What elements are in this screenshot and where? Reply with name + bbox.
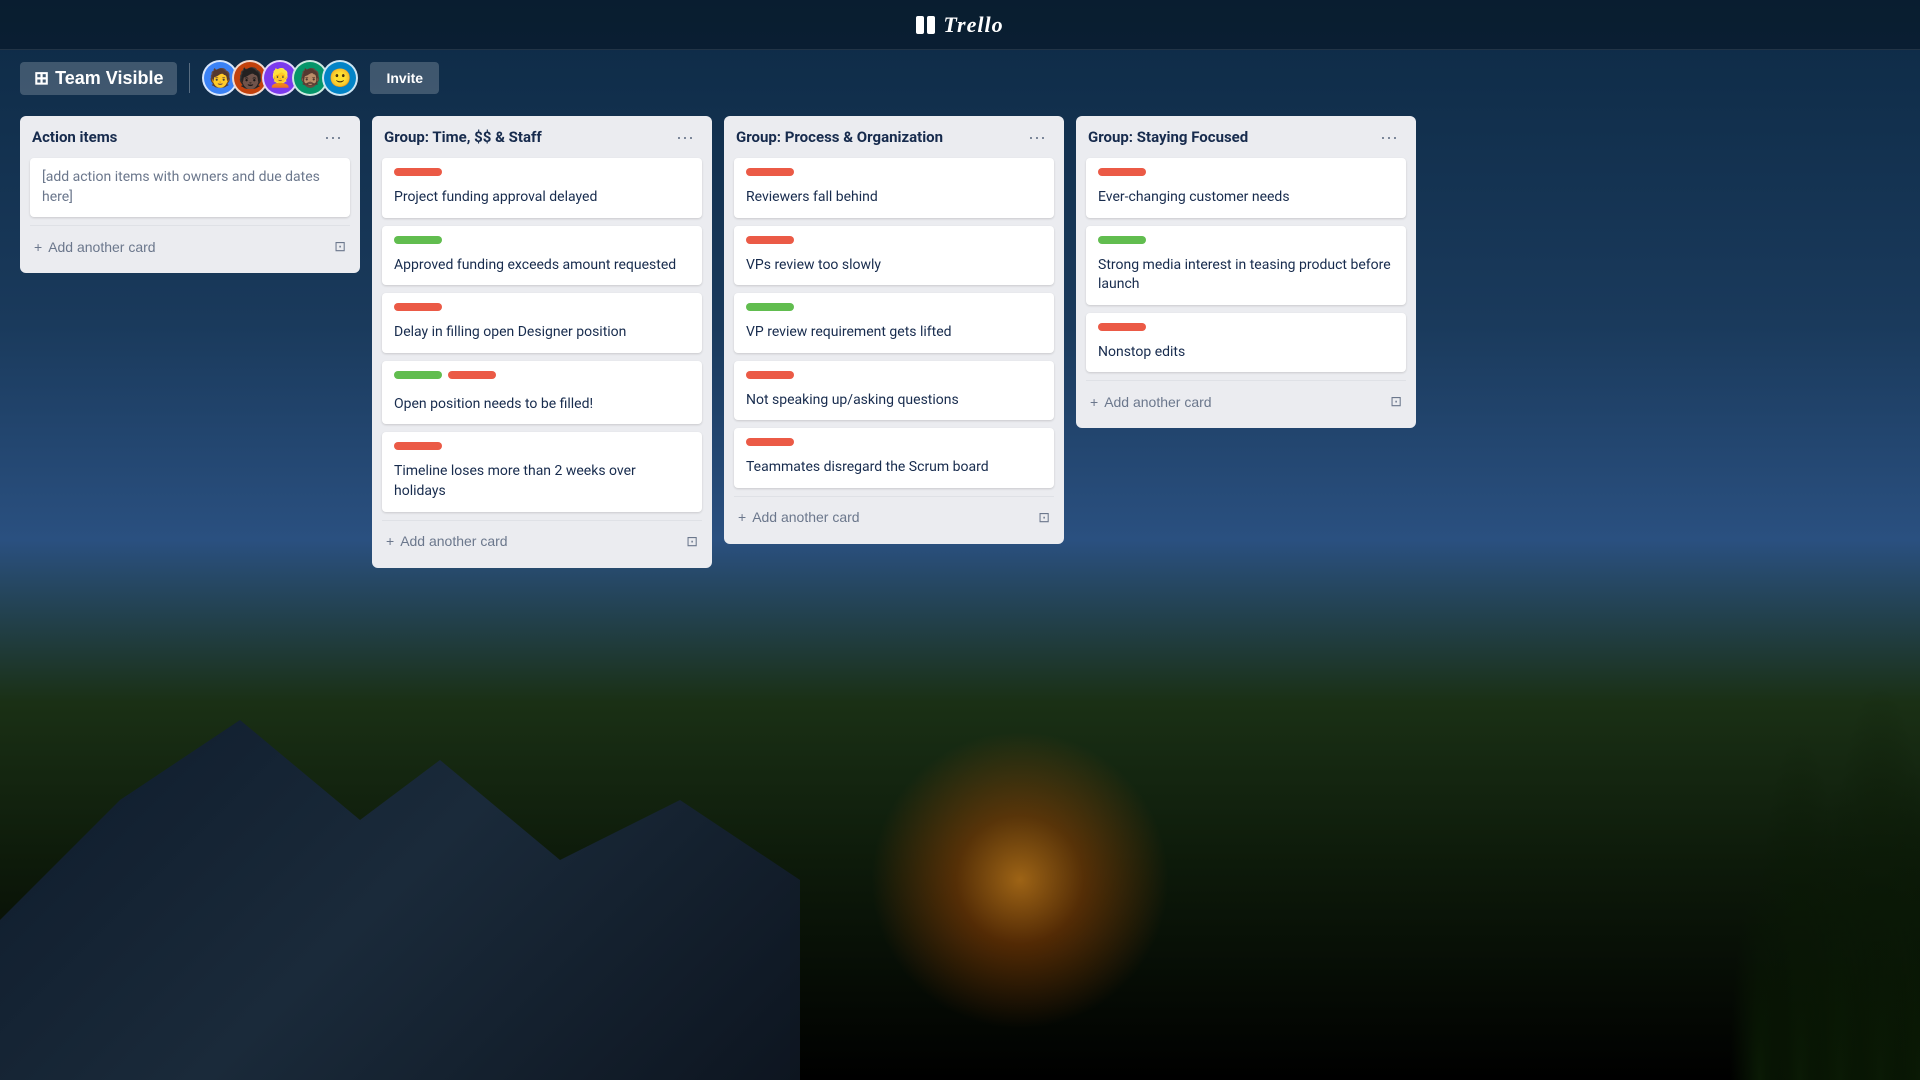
plus-icon: + [738,509,746,525]
card-text: VP review requirement gets lifted [746,323,1042,343]
list-menu-button[interactable]: ··· [1022,126,1052,148]
card[interactable]: VPs review too slowly [734,226,1054,286]
card-text: Reviewers fall behind [746,188,1042,208]
plus-icon: + [34,239,42,255]
list-menu-button[interactable]: ··· [318,126,348,148]
card[interactable]: Project funding approval delayed [382,158,702,218]
list-header: Group: Staying Focused ··· [1086,126,1406,148]
card[interactable]: Delay in filling open Designer position [382,293,702,353]
add-card-button[interactable]: + Add another card ⊡ [1086,385,1406,418]
card-text: Strong media interest in teasing product… [1098,256,1394,295]
app-logo: Trello [916,12,1003,38]
add-card-label: Add another card [48,239,155,255]
add-card-label: Add another card [400,533,507,549]
list-title: Group: Process & Organization [736,128,943,146]
card[interactable]: Open position needs to be filled! [382,361,702,425]
card-label-red [448,371,496,379]
plus-icon: + [386,533,394,549]
card[interactable]: Ever-changing customer needs [1086,158,1406,218]
card-text: Not speaking up/asking questions [746,391,1042,411]
card-text: Project funding approval delayed [394,188,690,208]
divider [734,496,1054,497]
card-label-red [1098,168,1146,176]
card-label-green [746,303,794,311]
template-icon: ⊡ [1038,509,1050,526]
list-group-time: Group: Time, $$ & Staff ··· Project fund… [372,116,712,568]
logo-icon [916,16,935,34]
list-header: Group: Process & Organization ··· [734,126,1054,148]
divider [1086,380,1406,381]
invite-button[interactable]: Invite [370,62,439,94]
card[interactable]: Strong media interest in teasing product… [1086,226,1406,305]
card-label-red [746,168,794,176]
invite-label: Invite [386,70,423,86]
header: Trello [0,0,1920,50]
card[interactable]: Approved funding exceeds amount requeste… [382,226,702,286]
card-text: Delay in filling open Designer position [394,323,690,343]
avatar-group: 🧑 🧑🏿 👱 🧔🏽 🙂 [202,60,358,96]
card[interactable]: VP review requirement gets lifted [734,293,1054,353]
template-icon: ⊡ [1390,393,1402,410]
plus-icon: + [1090,394,1098,410]
card-text: Timeline loses more than 2 weeks over ho… [394,462,690,501]
card[interactable]: Reviewers fall behind [734,158,1054,218]
card-text: Open position needs to be filled! [394,395,690,415]
avatar[interactable]: 🙂 [322,60,358,96]
list-header: Action items ··· [30,126,350,148]
card[interactable]: Timeline loses more than 2 weeks over ho… [382,432,702,511]
toolbar: ⊞ Team Visible 🧑 🧑🏿 👱 🧔🏽 🙂 Invite [0,50,1920,106]
template-icon: ⊡ [686,533,698,550]
add-card-button[interactable]: + Add another card ⊡ [734,501,1054,534]
card-text: Teammates disregard the Scrum board [746,458,1042,478]
list-title: Group: Time, $$ & Staff [384,128,542,146]
card-label-red [1098,323,1146,331]
card-label-red [746,438,794,446]
list-menu-button[interactable]: ··· [1374,126,1404,148]
list-action-items: Action items ··· [add action items with … [20,116,360,273]
list-group-process: Group: Process & Organization ··· Review… [724,116,1064,544]
template-icon: ⊡ [334,238,346,255]
card-text: Nonstop edits [1098,343,1394,363]
list-group-focused: Group: Staying Focused ··· Ever-changing… [1076,116,1416,428]
card-label-red [746,371,794,379]
add-card-label: Add another card [752,509,859,525]
board: Action items ··· [add action items with … [0,106,1920,578]
list-menu-button[interactable]: ··· [670,126,700,148]
card-text: [add action items with owners and due da… [42,168,338,207]
list-title: Action items [32,128,117,146]
card[interactable]: [add action items with owners and due da… [30,158,350,217]
card-label-red [394,442,442,450]
add-card-button[interactable]: + Add another card ⊡ [30,230,350,263]
board-title-label: Team Visible [55,68,163,89]
app-name: Trello [943,12,1003,38]
card-text: Ever-changing customer needs [1098,188,1394,208]
card-label-green [394,371,442,379]
card[interactable]: Teammates disregard the Scrum board [734,428,1054,488]
label-row [394,371,690,387]
campfire-glow [870,730,1170,1030]
card[interactable]: Nonstop edits [1086,313,1406,373]
add-card-button[interactable]: + Add another card ⊡ [382,525,702,558]
add-card-label: Add another card [1104,394,1211,410]
card-label-red [394,168,442,176]
card-text: Approved funding exceeds amount requeste… [394,256,690,276]
board-icon: ⊞ [34,68,49,89]
divider [30,225,350,226]
board-title-button[interactable]: ⊞ Team Visible [20,62,177,95]
card-label-red [746,236,794,244]
card-label-green [394,236,442,244]
divider [382,520,702,521]
card-text: VPs review too slowly [746,256,1042,276]
card-label-green [1098,236,1146,244]
list-title: Group: Staying Focused [1088,128,1248,146]
list-header: Group: Time, $$ & Staff ··· [382,126,702,148]
toolbar-divider [189,63,190,93]
card-label-red [394,303,442,311]
card[interactable]: Not speaking up/asking questions [734,361,1054,421]
